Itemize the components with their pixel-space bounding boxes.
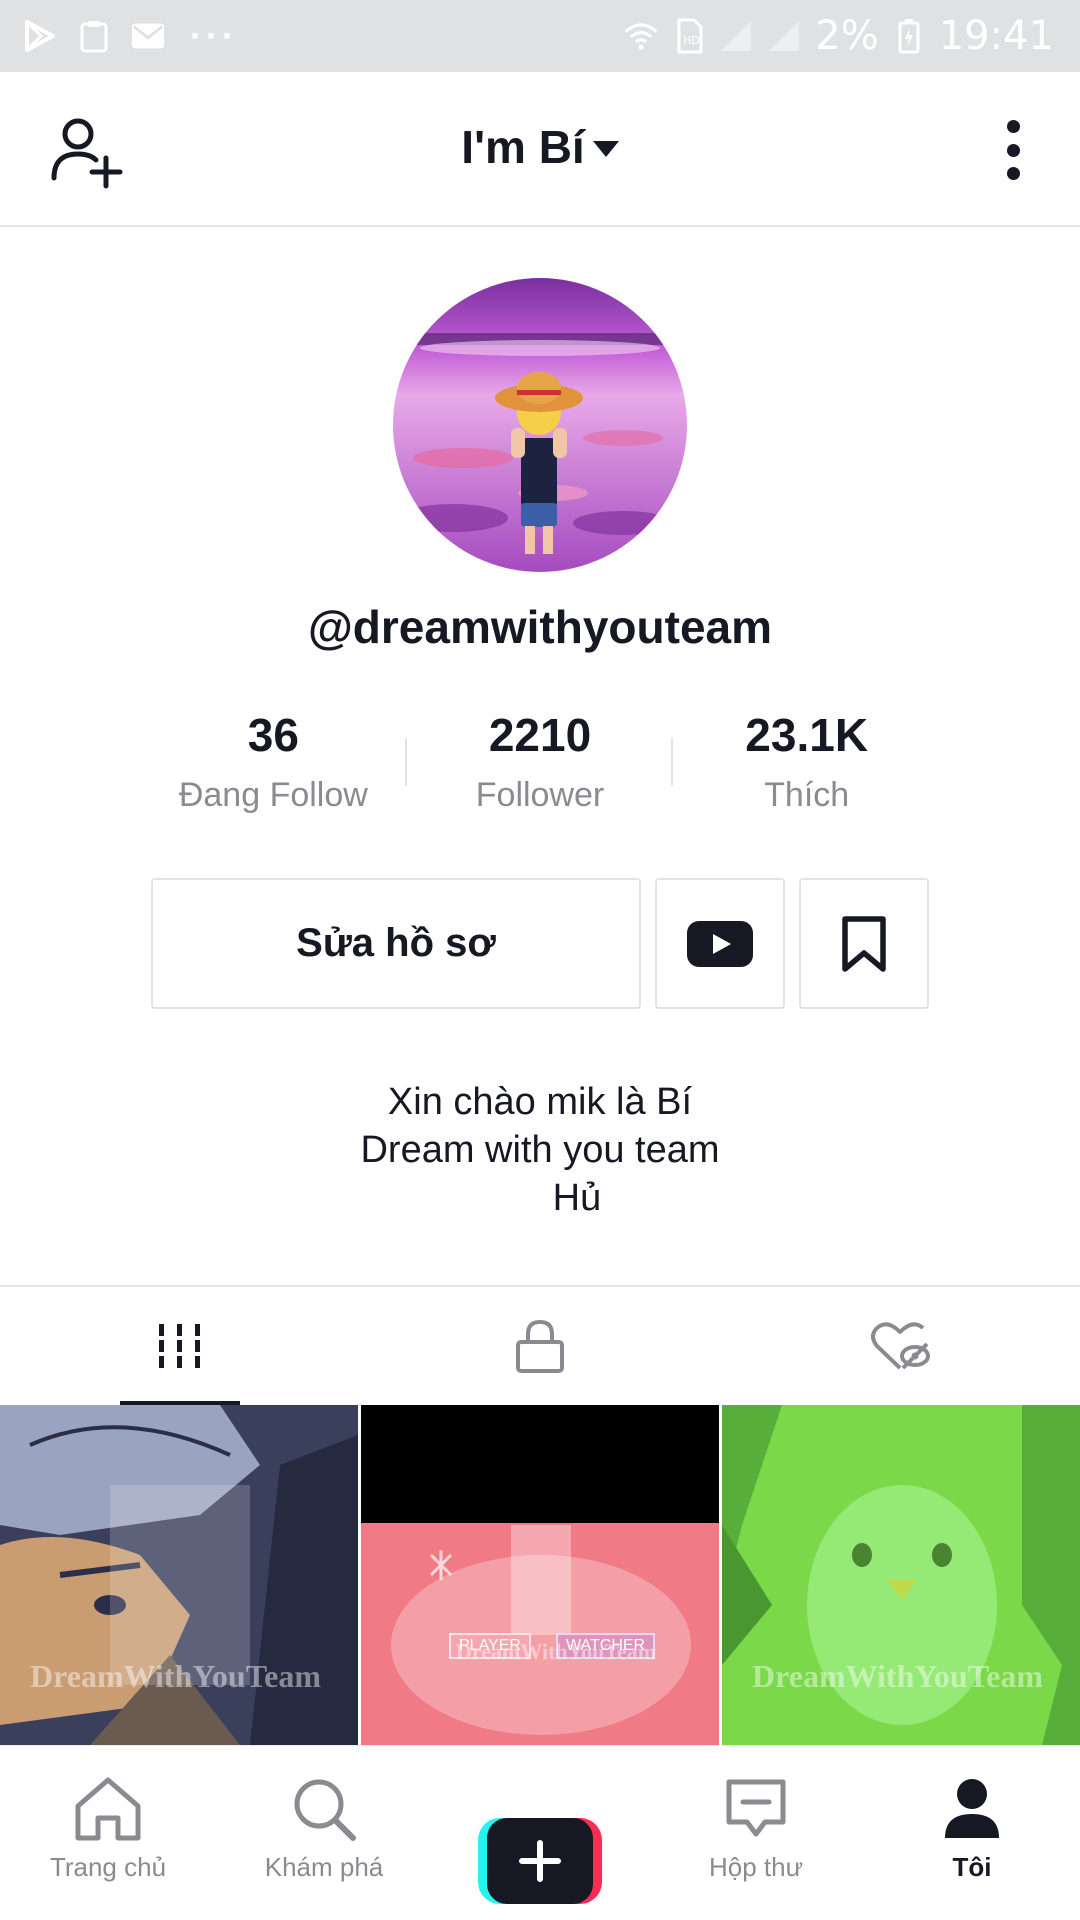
edit-profile-button[interactable]: Sửa hồ sơ <box>151 878 641 1009</box>
avatar[interactable] <box>393 278 687 572</box>
video-thumbnail-image <box>361 1405 719 1745</box>
signal-icon-2 <box>767 18 803 54</box>
tab-videos[interactable] <box>0 1287 360 1405</box>
hidden-heart-icon <box>871 1322 930 1370</box>
watermark: DreamWithYouTeam <box>30 1658 321 1694</box>
profile-header: I'm Bí <box>0 72 1080 227</box>
nav-inbox[interactable]: Hộp thư <box>648 1746 864 1920</box>
nav-label: Trang chủ <box>49 1852 167 1882</box>
nav-label: Hộp thư <box>708 1852 803 1882</box>
more-options-button[interactable] <box>1001 120 1025 180</box>
mail-icon <box>130 18 166 54</box>
dot-icon <box>1006 120 1020 133</box>
create-button[interactable] <box>478 1818 602 1904</box>
plus-icon <box>519 1840 561 1882</box>
avatar-image <box>393 278 687 572</box>
wifi-icon <box>623 18 659 54</box>
stat-label: Đang Follow <box>178 776 368 814</box>
youtube-button[interactable] <box>655 878 785 1009</box>
caret-down-icon <box>592 141 619 157</box>
content-tabs <box>0 1285 1080 1405</box>
nav-label: Khám phá <box>264 1852 384 1882</box>
dot-icon <box>1006 167 1020 180</box>
nav-home[interactable]: Trang chủ <box>0 1746 216 1920</box>
lock-icon <box>516 1319 564 1373</box>
bottom-navigation: Trang chủ Khám phá Hộp thư Tôi <box>0 1745 1080 1920</box>
stat-label: Follower <box>475 776 605 814</box>
dot-icon <box>1006 143 1020 157</box>
nav-discover[interactable]: Khám phá <box>216 1746 432 1920</box>
signal-icon <box>719 18 755 54</box>
page-title: I'm Bí <box>461 121 585 173</box>
bio-line: Dream with you team <box>360 1129 720 1171</box>
divider <box>671 738 674 786</box>
tab-private[interactable] <box>360 1287 720 1405</box>
username: @dreamwithyouteam <box>307 601 773 653</box>
stat-label: Thích <box>764 776 850 814</box>
svg-text:HD: HD <box>683 34 700 47</box>
nav-label: Tôi <box>952 1852 992 1882</box>
bio-line: Hủ <box>478 1177 602 1219</box>
video-thumbnail[interactable]: PLAYER WATCHER DreamWithYouTeam <box>361 1405 719 1745</box>
stat-value: 36 <box>247 709 299 761</box>
play-store-icon <box>22 18 58 54</box>
watermark: DreamWithYouTeam <box>752 1658 1043 1694</box>
stat-following[interactable]: 36 Đang Follow <box>140 708 407 818</box>
hd-sim-icon: HD <box>671 18 707 54</box>
favorites-button[interactable] <box>799 878 929 1009</box>
bookmark-icon <box>842 915 886 972</box>
battery-charging-icon <box>891 18 927 54</box>
youtube-icon <box>687 920 753 967</box>
search-icon <box>294 1779 356 1841</box>
person-icon <box>945 1779 999 1838</box>
tab-liked[interactable] <box>720 1287 1080 1405</box>
clipboard-icon <box>76 18 112 54</box>
clock: 19:41 <box>938 13 1054 59</box>
grid-icon <box>159 1324 200 1368</box>
stat-followers[interactable]: 2210 Follower <box>404 708 674 818</box>
video-grid: DreamWithYouTeam PLAYER WATCHER DreamWit… <box>0 1405 1080 1745</box>
video-thumbnail[interactable]: DreamWithYouTeam <box>722 1405 1080 1745</box>
home-icon <box>75 1777 141 1841</box>
watermark: DreamWithYouTeam <box>456 1639 657 1664</box>
stat-likes[interactable]: 23.1K Thích <box>671 708 940 818</box>
divider <box>404 738 407 786</box>
profile-stats: 36 Đang Follow 2210 Follower 23.1K Thích <box>140 708 940 818</box>
nav-create[interactable] <box>432 1746 648 1920</box>
stat-value: 23.1K <box>745 709 869 761</box>
nav-profile[interactable]: Tôi <box>864 1746 1080 1920</box>
battery-percent: 2% <box>815 13 879 59</box>
bio-line: Xin chào mik là Bí <box>387 1081 693 1123</box>
status-bar: ··· HD 2% 19:41 <box>0 0 1080 72</box>
more-notifications-icon: ··· <box>190 15 238 56</box>
create-button-body <box>487 1818 593 1904</box>
video-thumbnail[interactable]: DreamWithYouTeam <box>0 1405 358 1745</box>
account-switcher[interactable]: I'm Bí <box>0 120 1080 174</box>
stat-value: 2210 <box>488 709 592 761</box>
inbox-icon <box>726 1779 786 1837</box>
bio: Xin chào mik là Bí Dream with you team H… <box>0 1078 1080 1222</box>
